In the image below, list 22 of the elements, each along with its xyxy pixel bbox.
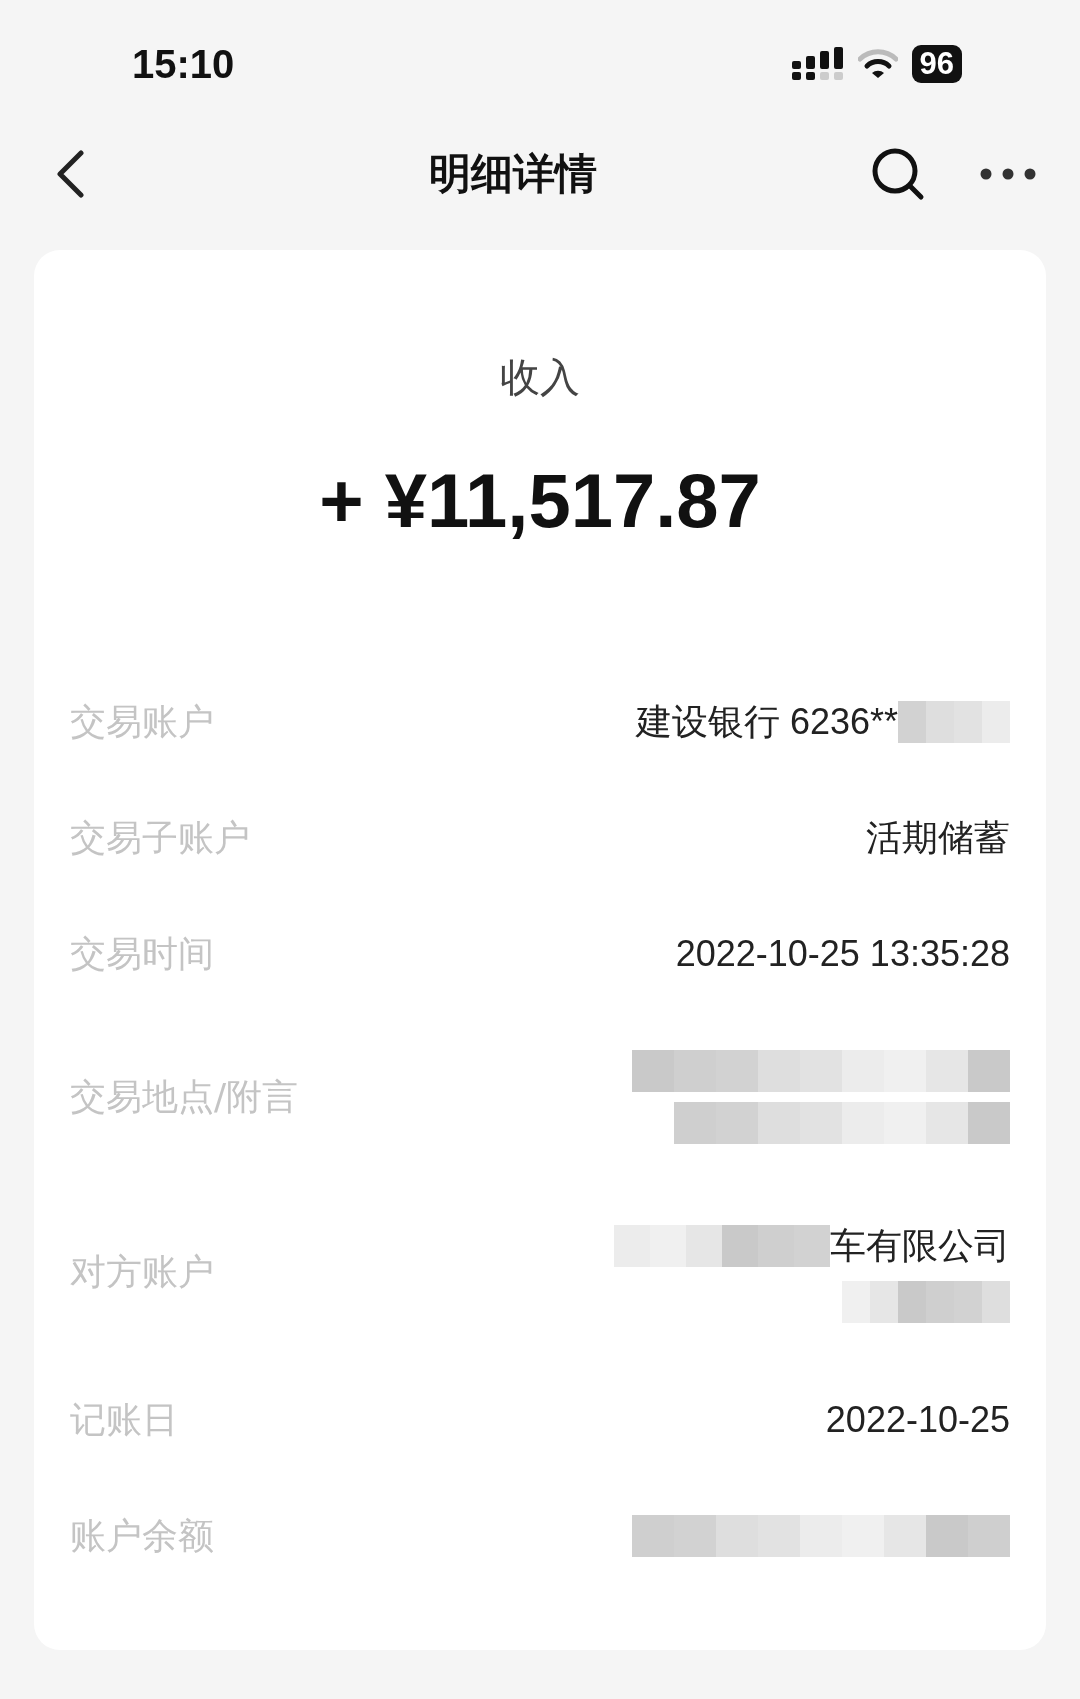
field-label: 账户余额 [70, 1513, 214, 1558]
field-value: 2022-10-25 13:35:28 [675, 933, 1010, 975]
signal-icon [791, 47, 844, 81]
more-icon[interactable] [980, 168, 1036, 180]
field-label: 交易地点/附言 [70, 1074, 299, 1119]
page-title: 明细详情 [427, 148, 598, 200]
field-value: 车有限公司 [830, 1223, 1010, 1268]
field-label: 交易时间 [70, 931, 214, 976]
field-value: 活期储蓄 [866, 815, 1010, 860]
status-time: 15:10 [132, 41, 235, 87]
field-value: 建设银行 6236** [635, 699, 898, 744]
wifi-icon [857, 49, 898, 79]
field-label: 交易子账户 [70, 815, 250, 860]
search-icon[interactable] [870, 146, 926, 202]
back-icon[interactable] [55, 150, 85, 198]
field-label: 对方账户 [70, 1249, 214, 1294]
field-value: 2022-10-25 [825, 1399, 1010, 1441]
amount: + ¥11,517.87 [318, 457, 762, 544]
field-label: 交易账户 [70, 699, 214, 744]
field-label: 记账日 [70, 1397, 178, 1442]
transaction-type: 收入 [499, 353, 581, 402]
battery-indicator: 96 [911, 45, 962, 83]
